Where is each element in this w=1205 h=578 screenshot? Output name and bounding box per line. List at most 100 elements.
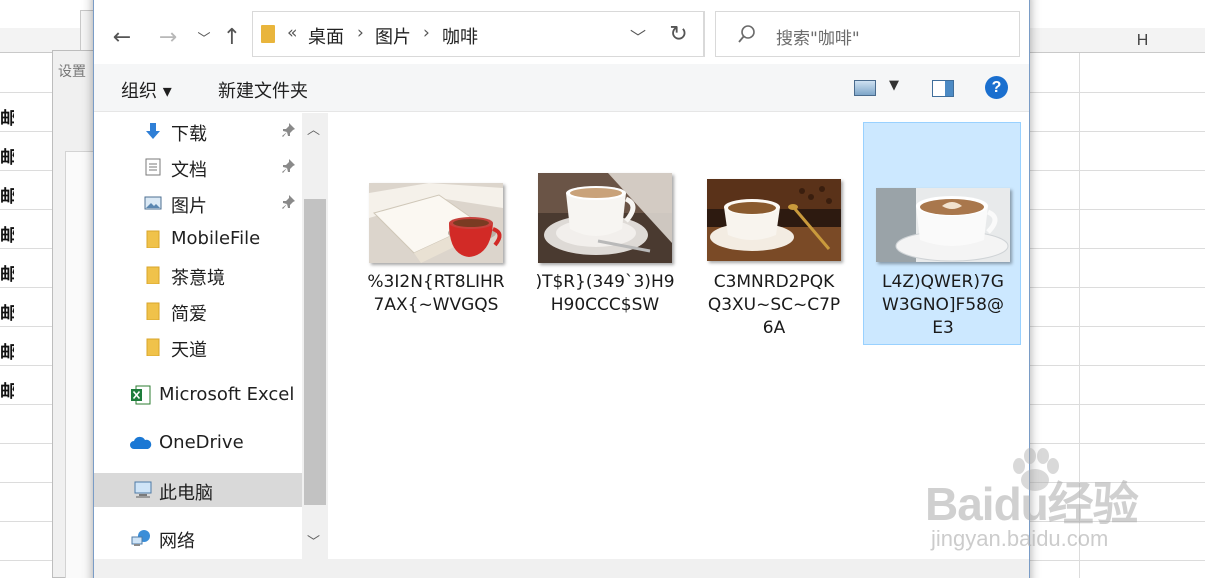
nav-item-label: OneDrive — [159, 432, 244, 453]
pin-icon[interactable] — [280, 122, 296, 138]
breadcrumb-separator-icon[interactable]: › — [357, 23, 364, 43]
up-arrow-icon[interactable]: ↑ — [220, 25, 244, 50]
folder-icon — [146, 230, 160, 248]
preview-pane-icon[interactable] — [932, 80, 954, 97]
nav-item-label: MobileFile — [171, 228, 261, 249]
spreadsheet-cell[interactable]: 邮 — [0, 299, 14, 324]
file-name: C3MNRD2PQK Q3XU~SC~C7P 6A — [699, 271, 849, 340]
dialog-bottom-bar — [94, 559, 1029, 578]
folder-icon — [146, 338, 160, 356]
file-item-selected[interactable]: L4Z)QWER)7G W3GNO]F58@ E3 — [863, 122, 1021, 345]
nav-item-label: 天道 — [171, 340, 207, 361]
breadcrumb-coffee[interactable]: 咖啡 — [442, 23, 478, 49]
refresh-button[interactable]: ↻ — [654, 11, 704, 57]
command-toolbar: 组织 ▾ 新建文件夹 ▼ ? — [94, 64, 1029, 112]
scrollbar-thumb[interactable] — [304, 199, 326, 505]
recent-locations-chevron-icon[interactable]: ﹀ — [192, 25, 216, 49]
onedrive-cloud-icon — [130, 436, 152, 449]
file-name-line: 7AX{~WVGQS — [373, 295, 499, 315]
nav-item-downloads[interactable]: 下载 — [94, 114, 302, 148]
file-name: L4Z)QWER)7G W3GNO]F58@ E3 — [868, 271, 1018, 340]
spreadsheet-cell[interactable]: 邮 — [0, 182, 14, 207]
file-name-line: %3I2N{RT8LIHR — [367, 272, 505, 292]
spreadsheet-cell[interactable]: 邮 — [0, 221, 14, 246]
breadcrumb-overflow[interactable]: « — [287, 23, 297, 43]
settings-label: 设置 — [58, 64, 86, 80]
nav-item-network[interactable]: 网络 — [94, 521, 302, 555]
file-name: %3I2N{RT8LIHR 7AX{~WVGQS — [361, 271, 511, 317]
network-icon — [131, 530, 150, 546]
pictures-icon — [144, 196, 162, 210]
nav-pane-scrollbar[interactable]: ︿ ﹀ — [302, 113, 328, 559]
file-thumbnail — [538, 173, 672, 263]
file-item[interactable]: %3I2N{RT8LIHR 7AX{~WVGQS — [357, 123, 515, 345]
spreadsheet-cell[interactable]: 邮 — [0, 377, 14, 402]
nav-item-label: 下载 — [171, 124, 207, 145]
new-folder-button[interactable]: 新建文件夹 — [218, 77, 308, 103]
file-thumbnail — [876, 188, 1010, 262]
spreadsheet-cell[interactable]: 邮 — [0, 104, 14, 129]
file-name-line: H90CCC$SW — [550, 295, 660, 315]
address-bar[interactable]: « 桌面 › 图片 › 咖啡 ﹀ — [252, 11, 705, 57]
nav-item-label: 茶意境 — [171, 268, 225, 289]
spreadsheet-cell[interactable]: 邮 — [0, 260, 14, 285]
excel-icon — [131, 385, 151, 405]
folder-icon — [146, 266, 160, 284]
spreadsheet-cell[interactable]: 邮 — [0, 338, 14, 363]
pin-icon[interactable] — [280, 194, 296, 210]
nav-item-tiandao-folder[interactable]: 天道 — [94, 330, 302, 364]
nav-item-mobilefile[interactable]: MobileFile — [94, 222, 302, 256]
change-view-icon[interactable] — [854, 80, 876, 96]
navigation-pane: 下载 文档 图片 MobileFile 茶意境 简爱 天道 Microsoft … — [94, 113, 329, 559]
forward-arrow-icon[interactable]: → — [156, 25, 180, 50]
scroll-down-chevron-icon[interactable]: ﹀ — [307, 531, 320, 550]
scroll-up-chevron-icon[interactable]: ︿ — [307, 119, 320, 138]
file-picker-dialog: ← → ﹀ ↑ « 桌面 › 图片 › 咖啡 ﹀ ↻ 搜索"咖啡" 组织 ▾ 新… — [93, 0, 1030, 578]
nav-item-label: 此电脑 — [159, 483, 213, 504]
file-item[interactable]: C3MNRD2PQK Q3XU~SC~C7P 6A — [695, 123, 853, 345]
file-name-line: C3MNRD2PQK — [713, 272, 835, 292]
nav-item-label: 简爱 — [171, 304, 207, 325]
file-name-line: W3GNO]F58@ — [882, 295, 1004, 315]
breadcrumb-desktop[interactable]: 桌面 — [308, 23, 344, 49]
file-name-line: 6A — [762, 318, 786, 338]
nav-item-onedrive[interactable]: OneDrive — [94, 426, 302, 460]
column-header-h[interactable]: H — [1080, 28, 1205, 53]
file-list-area: %3I2N{RT8LIHR 7AX{~WVGQS)T$R}(349`3)H9 … — [331, 113, 1029, 559]
file-name-line: E3 — [932, 318, 954, 338]
search-placeholder: 搜索"咖啡" — [776, 29, 860, 49]
this-pc-icon — [134, 481, 152, 498]
search-icon — [738, 25, 755, 43]
help-icon[interactable]: ? — [985, 76, 1008, 99]
file-thumbnail — [369, 183, 503, 263]
file-name: )T$R}(349`3)H9 H90CCC$SW — [530, 271, 680, 317]
nav-item-label: 网络 — [159, 531, 195, 552]
column-gridline — [1079, 53, 1080, 578]
document-icon — [145, 158, 161, 176]
nav-item-this-pc[interactable]: 此电脑 — [94, 473, 302, 507]
download-arrow-icon — [146, 123, 160, 139]
file-item[interactable]: )T$R}(349`3)H9 H90CCC$SW — [526, 123, 684, 345]
file-name-line: )T$R}(349`3)H9 — [535, 272, 675, 292]
nav-item-jane-eyre-folder[interactable]: 简爱 — [94, 294, 302, 328]
organize-menu-button[interactable]: 组织 ▾ — [121, 77, 172, 103]
pin-icon[interactable] — [280, 158, 296, 174]
breadcrumb-pictures[interactable]: 图片 — [375, 23, 411, 49]
file-thumbnail — [707, 179, 841, 261]
file-name-line: L4Z)QWER)7G — [882, 272, 1004, 292]
nav-item-pictures[interactable]: 图片 — [94, 186, 302, 220]
search-input[interactable]: 搜索"咖啡" — [715, 11, 1020, 57]
nav-item-microsoft-excel[interactable]: Microsoft Excel — [94, 378, 302, 412]
spreadsheet-cell[interactable]: 邮 — [0, 143, 14, 168]
address-dropdown-chevron-icon[interactable]: ﹀ — [630, 24, 646, 48]
back-arrow-icon[interactable]: ← — [110, 25, 134, 50]
nav-item-label: 文档 — [171, 160, 207, 181]
refresh-icon: ↻ — [669, 21, 688, 47]
nav-item-documents[interactable]: 文档 — [94, 150, 302, 184]
folder-icon — [261, 25, 275, 43]
breadcrumb-separator-icon[interactable]: › — [423, 23, 430, 43]
file-name-line: Q3XU~SC~C7P — [707, 295, 841, 315]
folder-icon — [146, 302, 160, 320]
view-options-dropdown-icon[interactable]: ▼ — [889, 78, 899, 93]
nav-item-tea-folder[interactable]: 茶意境 — [94, 258, 302, 292]
